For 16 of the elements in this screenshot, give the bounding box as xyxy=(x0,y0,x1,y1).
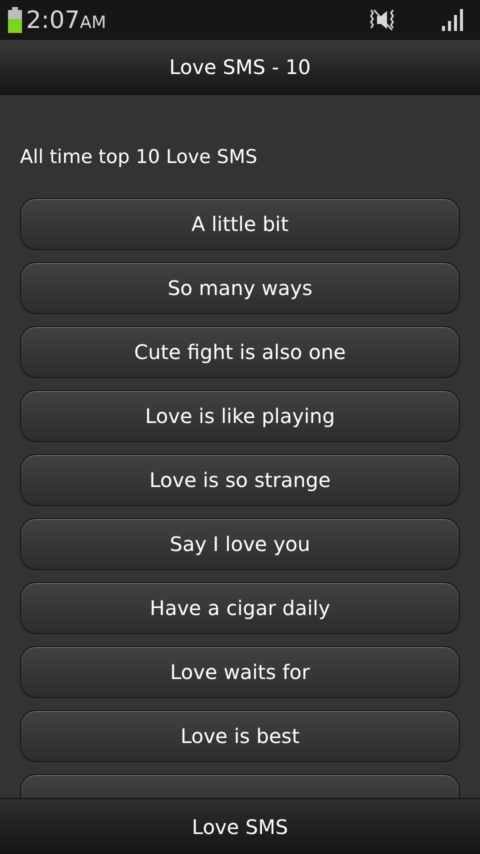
sms-button[interactable]: So many ways xyxy=(20,262,460,314)
sms-button[interactable]: Have a cigar daily xyxy=(20,582,460,634)
sms-button[interactable]: Love is like playing xyxy=(20,390,460,442)
mute-vibrate-icon xyxy=(368,8,396,32)
screen-title: Love SMS - 10 xyxy=(169,54,311,81)
bottom-bar-title: Love SMS xyxy=(192,814,288,840)
section-heading: All time top 10 Love SMS xyxy=(20,145,258,170)
sms-button[interactable]: Say I love you xyxy=(20,518,460,570)
sms-button[interactable]: A little bit xyxy=(20,198,460,250)
sms-button[interactable]: Love is best xyxy=(20,710,460,762)
sms-button[interactable]: Love is so strange xyxy=(20,454,460,506)
sms-button[interactable]: Love waits for xyxy=(20,646,460,698)
battery-icon xyxy=(8,7,22,33)
status-time: 2:07AM xyxy=(26,8,106,32)
signal-icon xyxy=(442,9,464,31)
sms-button[interactable]: Cute fight is also one xyxy=(20,326,460,378)
